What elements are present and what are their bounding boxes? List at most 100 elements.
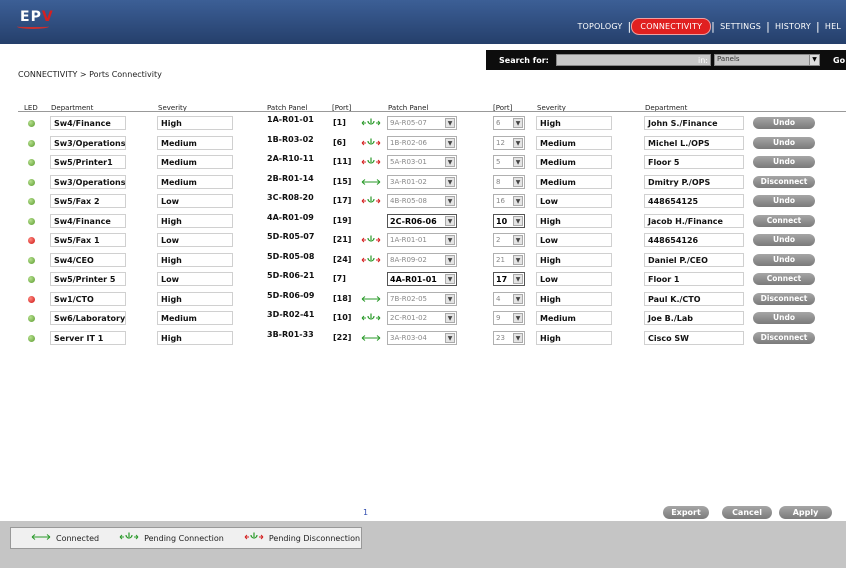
cancel-button[interactable]: Cancel [722, 506, 772, 519]
search-bar: Search for: in: Panels ▼ Go [486, 50, 846, 70]
go-button[interactable]: Go [833, 56, 845, 65]
chevron-down-icon: ▼ [445, 137, 455, 148]
patch-panel-select[interactable]: 1B-R02-06 ▼ [387, 135, 457, 150]
port-value: 17 [496, 275, 508, 284]
search-label: Search for: [499, 56, 549, 65]
department-field-2: Michel L./OPS [644, 135, 744, 150]
page-number[interactable]: 1 [363, 508, 368, 517]
patch-panel-select[interactable]: 9A-R05-07 ▼ [387, 116, 457, 130]
port-select[interactable]: 12 ▼ [493, 135, 525, 150]
logo-swoosh [17, 24, 49, 29]
port-select[interactable]: 16 ▼ [493, 194, 525, 208]
severity-field: Medium [157, 174, 233, 189]
header-divider [18, 111, 846, 112]
port-select[interactable]: 6 ▼ [493, 116, 525, 130]
department-field: Server IT 1 [50, 330, 126, 345]
nav-tab-hel[interactable]: HEL [820, 22, 846, 31]
port-value: 6 [496, 119, 501, 127]
undo-button[interactable]: Undo [753, 136, 815, 149]
patch-panel-select[interactable]: 2C-R01-02 ▼ [387, 311, 457, 325]
green-plug-arrow-icon [361, 117, 381, 129]
patch-panel-label: 5D-R06-21 [267, 271, 315, 280]
search-scope-value: Panels [717, 55, 740, 63]
table-row: Server IT 1 High 3B-R01-33 [22] 3A-R03-04 ▼ 23… [0, 330, 846, 348]
red-plug-arrow-icon [361, 234, 381, 246]
port-select[interactable]: 23 ▼ [493, 330, 525, 345]
led-indicator [28, 276, 35, 283]
export-button[interactable]: Export [663, 506, 709, 519]
port-select[interactable]: 4 ▼ [493, 291, 525, 306]
nav-tab-history[interactable]: HISTORY [770, 22, 816, 31]
connect-button[interactable]: Connect [753, 273, 815, 285]
department-field-2: Floor 1 [644, 272, 744, 286]
no-status-icon [361, 273, 381, 285]
severity-field: Medium [157, 135, 233, 150]
port-select[interactable]: 5 ▼ [493, 155, 525, 169]
port-select[interactable]: 10 ▼ [493, 213, 525, 228]
disconnect-button[interactable]: Disconnect [753, 292, 815, 305]
patch-panel-select[interactable]: 7B-R02-05 ▼ [387, 291, 457, 306]
nav-tab-settings[interactable]: SETTINGS [715, 22, 766, 31]
port-select[interactable]: 2 ▼ [493, 233, 525, 247]
port-select[interactable]: 21 ▼ [493, 252, 525, 267]
chevron-down-icon: ▼ [513, 332, 523, 343]
department-field: Sw4/Finance [50, 116, 126, 130]
disconnect-button[interactable]: Disconnect [753, 175, 815, 188]
patch-panel-value: 8A-R09-02 [390, 255, 427, 264]
severity-field-2: High [536, 213, 612, 228]
severity-field: High [157, 116, 233, 130]
port-select[interactable]: 9 ▼ [493, 311, 525, 325]
search-scope-select[interactable]: Panels ▼ [714, 54, 820, 66]
patch-panel-select[interactable]: 3A-R01-02 ▼ [387, 174, 457, 189]
department-field-2: Cisco SW [644, 330, 744, 345]
search-input[interactable] [556, 54, 711, 66]
undo-button[interactable]: Undo [753, 312, 815, 324]
patch-panel-select[interactable]: 2C-R06-06 ▼ [387, 213, 457, 228]
undo-button[interactable]: Undo [753, 117, 815, 129]
led-indicator [28, 120, 35, 127]
table-row: Sw5/Fax 2 Low 3C-R08-20 [17] 4B-R05-08 ▼ 16 ▼ Lo… [0, 193, 846, 211]
department-field: Sw3/Operations [50, 174, 126, 189]
patch-panel-label: 3D-R02-41 [267, 310, 315, 319]
patch-panel-select[interactable]: 4A-R01-01 ▼ [387, 272, 457, 286]
chevron-down-icon: ▼ [513, 254, 523, 265]
chevron-down-icon: ▼ [445, 176, 455, 187]
green-plug-arrow-icon [361, 312, 381, 324]
nav-tab-topology[interactable]: TOPOLOGY [572, 22, 627, 31]
severity-field: Low [157, 233, 233, 247]
department-field: Sw4/Finance [50, 213, 126, 228]
port-label: [11] [333, 157, 352, 166]
chevron-down-icon: ▼ [445, 157, 455, 167]
patch-panel-label: 5D-R05-07 [267, 232, 315, 241]
no-status-icon [361, 215, 381, 227]
nav-tab-connectivity[interactable]: CONNECTIVITY [631, 17, 712, 35]
patch-panel-select[interactable]: 1A-R01-01 ▼ [387, 233, 457, 247]
undo-button[interactable]: Undo [753, 234, 815, 246]
chevron-down-icon: ▼ [513, 235, 523, 245]
patch-panel-label: 4A-R01-09 [267, 212, 314, 222]
disconnect-button[interactable]: Disconnect [753, 331, 815, 344]
port-value: 10 [496, 216, 508, 226]
department-field-2: Paul K./CTO [644, 291, 744, 306]
apply-button[interactable]: Apply [779, 506, 832, 519]
undo-button[interactable]: Undo [753, 253, 815, 266]
patch-panel-select[interactable]: 3A-R03-04 ▼ [387, 330, 457, 345]
patch-panel-label: 2A-R10-11 [267, 154, 314, 163]
patch-panel-label: 3B-R01-33 [267, 329, 314, 339]
chevron-down-icon: ▼ [445, 254, 455, 265]
patch-panel-value: 7B-R02-05 [390, 294, 427, 303]
connect-button[interactable]: Connect [753, 214, 815, 227]
severity-field-2: Low [536, 233, 612, 247]
port-value: 21 [496, 255, 505, 264]
undo-button[interactable]: Undo [753, 156, 815, 168]
chevron-down-icon: ▼ [445, 118, 455, 128]
patch-panel-select[interactable]: 8A-R09-02 ▼ [387, 252, 457, 267]
led-indicator [28, 198, 35, 205]
led-indicator [28, 139, 35, 147]
patch-panel-select[interactable]: 4B-R05-08 ▼ [387, 194, 457, 208]
port-select[interactable]: 17 ▼ [493, 272, 525, 286]
chevron-down-icon: ▼ [445, 313, 455, 323]
undo-button[interactable]: Undo [753, 195, 815, 207]
patch-panel-select[interactable]: 5A-R03-01 ▼ [387, 155, 457, 169]
port-select[interactable]: 8 ▼ [493, 174, 525, 189]
